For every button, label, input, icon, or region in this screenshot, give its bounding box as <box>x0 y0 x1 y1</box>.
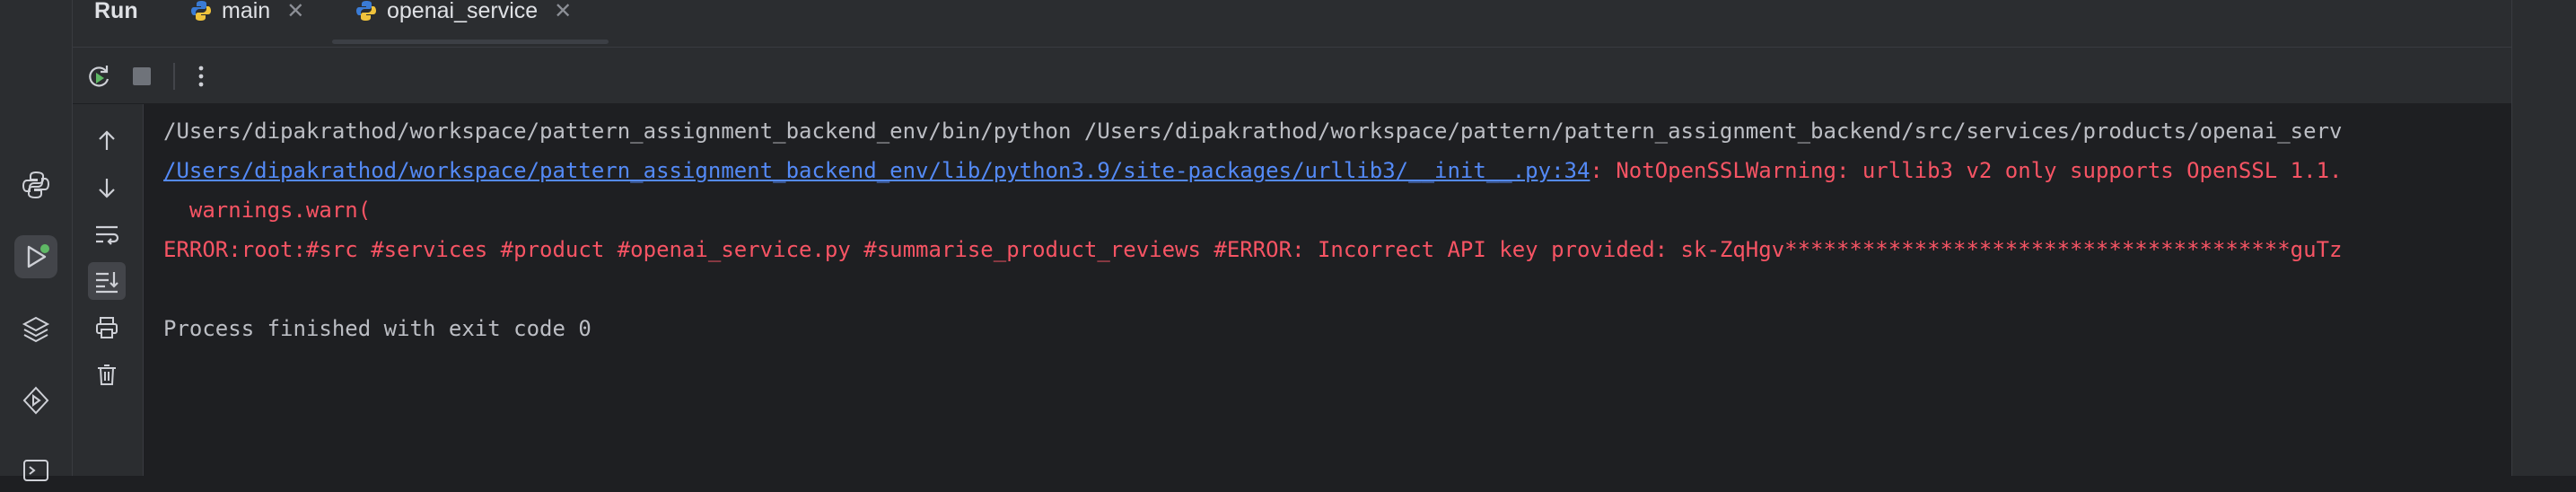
stop-button[interactable] <box>127 61 157 92</box>
clear-all-button[interactable] <box>88 356 126 393</box>
scroll-to-end-button[interactable] <box>88 262 126 300</box>
warning-text: : NotOpenSSLWarning: urllib3 v2 only sup… <box>1590 158 2343 183</box>
tab-main-label: main <box>222 0 271 23</box>
right-tool-strip <box>2511 0 2576 476</box>
trash-icon <box>98 365 116 385</box>
services-icon[interactable] <box>14 379 57 422</box>
run-tool-icon[interactable] <box>14 235 57 278</box>
print-button[interactable] <box>88 309 126 347</box>
rerun-icon <box>89 66 110 87</box>
run-title: Run <box>94 0 138 23</box>
active-tab-indicator <box>332 40 609 44</box>
console-line-exit: Process finished with exit code 0 <box>163 316 591 341</box>
run-tab-bar: Run main ✕ openai_service ✕ <box>73 0 2512 48</box>
console-output[interactable]: /Users/dipakrathod/workspace/pattern_ass… <box>144 104 2511 476</box>
scroll-up-button[interactable] <box>88 122 126 160</box>
tab-openai-service[interactable]: openai_service ✕ <box>355 0 572 23</box>
soft-wrap-button[interactable] <box>88 215 126 253</box>
arrow-down-icon <box>99 179 115 198</box>
tab-main[interactable]: main ✕ <box>189 0 304 23</box>
console-side-toolbar <box>73 104 144 476</box>
rerun-button[interactable] <box>83 61 114 92</box>
stop-icon <box>133 67 151 85</box>
soft-wrap-icon <box>96 225 119 245</box>
more-vertical-icon <box>198 66 204 87</box>
layers-icon[interactable] <box>14 307 57 350</box>
close-icon[interactable]: ✕ <box>554 0 572 24</box>
left-tool-strip <box>0 0 73 481</box>
python-icon <box>356 1 376 21</box>
console-line-error: ERROR:root:#src #services #product #open… <box>163 237 2343 262</box>
run-toolbar <box>73 48 2512 103</box>
console-line-warning: /Users/dipakrathod/workspace/pattern_ass… <box>163 156 2342 185</box>
close-icon[interactable]: ✕ <box>286 0 304 24</box>
console-line-command: /Users/dipakrathod/workspace/pattern_ass… <box>163 119 2343 144</box>
scroll-down-button[interactable] <box>88 169 126 206</box>
more-options-button[interactable] <box>186 61 216 92</box>
toolbar-separator <box>173 63 175 90</box>
tab-openai-service-label: openai_service <box>387 0 539 23</box>
arrow-up-icon <box>99 130 115 150</box>
python-icon <box>191 1 211 21</box>
terminal-icon[interactable] <box>14 449 57 492</box>
python-console-icon[interactable] <box>14 163 57 206</box>
console-line-warn-call: warnings.warn( <box>163 198 372 223</box>
scroll-to-end-icon <box>96 272 118 294</box>
file-link[interactable]: /Users/dipakrathod/workspace/pattern_ass… <box>163 158 1590 183</box>
printer-icon <box>96 317 118 338</box>
